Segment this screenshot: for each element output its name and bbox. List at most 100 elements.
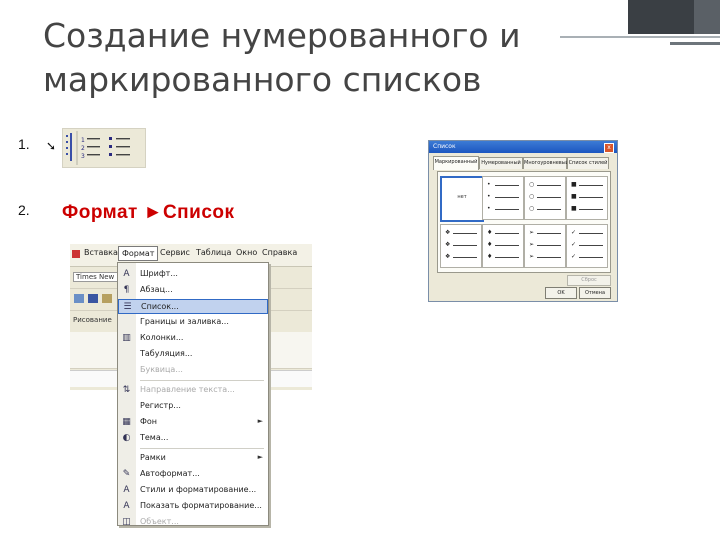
menu-item-label: Фон (140, 417, 158, 426)
tab-bulleted[interactable]: Маркированный (433, 156, 479, 170)
close-icon[interactable]: x (604, 143, 614, 153)
text-direction-icon: ⇅ (122, 385, 131, 395)
gallery-cell[interactable]: ■ ■ ■ (566, 176, 608, 220)
ok-button[interactable]: OK (545, 287, 577, 299)
menu-item-label: Показать форматирование... (140, 501, 262, 510)
reveal-format-icon: A (123, 501, 130, 511)
format-menu-item[interactable]: ◐ Тема... (118, 431, 268, 446)
none-label: нет (457, 194, 467, 200)
menu-item-label: Список... (141, 302, 179, 311)
format-list-instruction: Формат ►Список (62, 202, 235, 223)
open-icon[interactable] (102, 294, 112, 303)
dialog-title-bar: Список x (429, 141, 617, 153)
gallery-cell[interactable]: ➢ ➢ ➢ (524, 224, 566, 268)
menu-help[interactable]: Справка (262, 248, 297, 257)
format-menu-item[interactable]: A Стили и форматирование... (118, 483, 268, 498)
submenu-arrow-icon: ► (257, 417, 263, 425)
menu-item-label: Тема... (140, 433, 169, 442)
list-dialog: Список x Маркированный Нумерованный Мног… (428, 140, 618, 302)
bullet-marker: ➢ (529, 229, 535, 236)
format-menu-item[interactable]: A Шрифт... (118, 267, 268, 282)
columns-icon: ▥ (122, 333, 131, 343)
menu-table[interactable]: Таблица (196, 248, 231, 257)
menu-item-label: Абзац... (140, 285, 173, 294)
bullet-gallery: нет • • • ○ ○ ○ ■ ■ ■ ❖ ❖ ❖ ♦ ♦ ♦ ➢ ➢ ➢ … (437, 171, 611, 273)
slide-title: Создание нумерованного и маркированного … (43, 16, 521, 99)
format-menu-item[interactable]: ▥ Колонки... (118, 331, 268, 346)
list-toolbar: 1 2 3 (62, 128, 146, 168)
bullet-marker: ■ (571, 205, 577, 212)
menu-insert[interactable]: Вставка (84, 248, 118, 257)
svg-text:1: 1 (81, 137, 85, 144)
numbered-list-icon[interactable]: 1 2 3 (81, 137, 100, 160)
menu-item-label: Буквица... (140, 365, 183, 374)
tab-multilevel[interactable]: Многоуровневый (523, 157, 569, 169)
format-menu-item[interactable]: Рамки ► (118, 451, 268, 466)
bullet-marker: • (487, 193, 491, 200)
format-menu-item[interactable]: ◫ Объект... (118, 515, 268, 530)
format-menu-item[interactable]: Регистр... (118, 399, 268, 414)
bullet-marker: ♦ (487, 229, 493, 236)
format-menu-item[interactable]: ▦ Фон ► (118, 415, 268, 430)
bullet-marker: ■ (571, 193, 577, 200)
pointer-arrow-icon: ➘ (46, 139, 57, 153)
dialog-title: Список (433, 143, 456, 150)
submenu-arrow-icon: ► (257, 453, 263, 461)
bullet-marker: ❖ (445, 229, 451, 236)
styles-icon: A (123, 485, 130, 495)
format-menu-item[interactable]: Буквица... (118, 363, 268, 378)
item-2-number: 2. (18, 202, 30, 218)
menu-item-label: Табуляция... (140, 349, 193, 358)
bullet-marker: ❖ (445, 241, 451, 248)
gallery-cell[interactable]: ❖ ❖ ❖ (440, 224, 482, 268)
cancel-button[interactable]: Отмена (579, 287, 611, 299)
menu-tools[interactable]: Сервис (160, 248, 190, 257)
bulleted-list-icon[interactable] (109, 137, 130, 156)
bullet-marker: ♦ (487, 241, 493, 248)
tab-list-styles[interactable]: Список стилей (567, 157, 609, 169)
gallery-cell-none[interactable]: нет (440, 176, 484, 222)
item-1-number: 1. (18, 136, 30, 152)
bullet-marker: ✓ (571, 253, 577, 260)
format-menu-item[interactable]: ☰ Список... (118, 299, 268, 314)
menu-item-label: Регистр... (140, 401, 181, 410)
format-menu-item[interactable]: Границы и заливка... (118, 315, 268, 330)
svg-text:3: 3 (81, 153, 85, 160)
menu-item-label: Объект... (140, 517, 179, 526)
menu-item-label: Стили и форматирование... (140, 485, 257, 494)
text-direction-icon[interactable] (66, 133, 72, 161)
app-icon (72, 250, 80, 258)
gallery-cell[interactable]: ♦ ♦ ♦ (482, 224, 524, 268)
svg-text:2: 2 (81, 145, 85, 152)
format-menu-item[interactable]: ⇅ Направление текста... (118, 383, 268, 398)
save-icon[interactable] (88, 294, 98, 303)
top-bar-accent (694, 0, 720, 34)
bullet-marker: ♦ (487, 253, 493, 260)
menu-item-label: Направление текста... (140, 385, 235, 394)
object-icon: ◫ (122, 517, 131, 527)
menu-format[interactable]: Формат (118, 246, 159, 261)
new-document-icon[interactable] (74, 294, 84, 303)
drawing-label[interactable]: Рисование (73, 316, 112, 324)
format-menu-item[interactable]: Табуляция... (118, 347, 268, 362)
gallery-cell[interactable]: • • • (482, 176, 524, 220)
format-menu-item[interactable]: ✎ Автоформат... (118, 467, 268, 482)
title-rule-accent (670, 42, 720, 45)
bullet-marker: ○ (529, 181, 535, 188)
bullet-marker: ➢ (529, 241, 535, 248)
menu-item-label: Границы и заливка... (140, 317, 229, 326)
reset-button[interactable]: Сброс (567, 275, 611, 286)
bullet-marker: • (487, 205, 491, 212)
bullet-marker: ○ (529, 193, 535, 200)
gallery-cell[interactable]: ○ ○ ○ (524, 176, 566, 220)
format-menu-item[interactable]: A Показать форматирование... (118, 499, 268, 514)
format-menu-item[interactable]: ¶ Абзац... (118, 283, 268, 298)
list-icon: ☰ (123, 302, 132, 312)
paragraph-icon: ¶ (123, 285, 130, 295)
bullet-marker: ❖ (445, 253, 451, 260)
menu-item-label: Автоформат... (140, 469, 200, 478)
menu-item-label: Шрифт... (140, 269, 178, 278)
menu-window[interactable]: Окно (236, 248, 257, 257)
gallery-cell[interactable]: ✓ ✓ ✓ (566, 224, 608, 268)
tab-numbered[interactable]: Нумерованный (479, 157, 523, 169)
